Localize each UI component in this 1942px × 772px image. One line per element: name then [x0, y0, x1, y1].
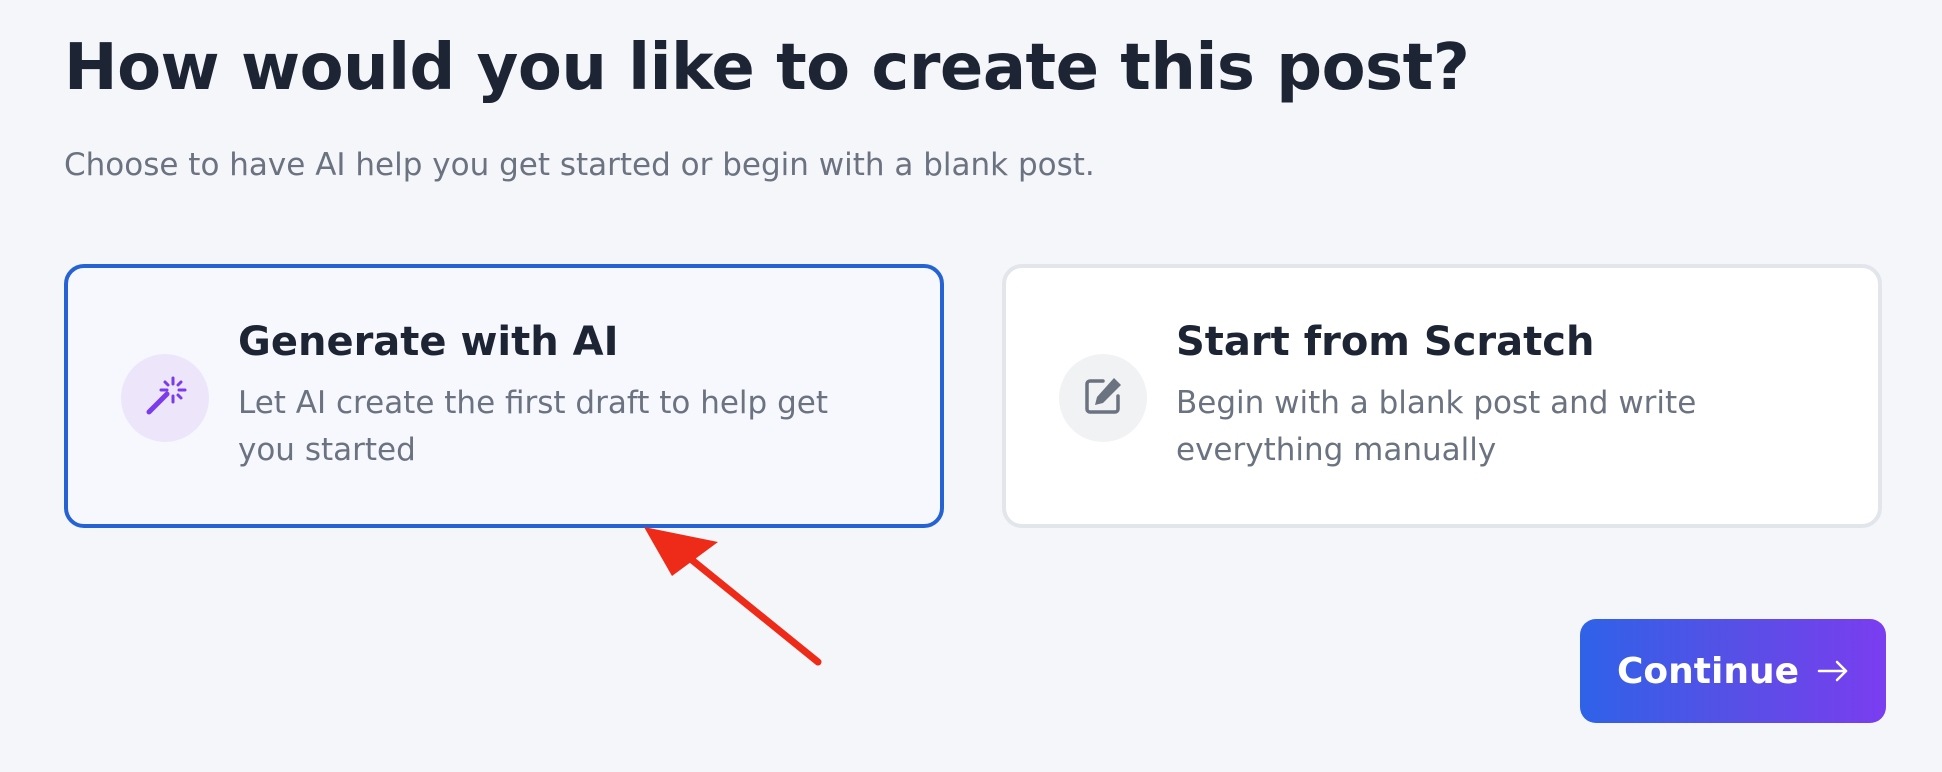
option-icon-circle	[121, 354, 209, 442]
magic-wand-icon	[143, 374, 187, 422]
option-generate-with-ai[interactable]: Generate with AI Let AI create the first…	[64, 264, 944, 528]
arrow-right-icon	[1817, 659, 1849, 683]
continue-button[interactable]: Continue	[1580, 619, 1886, 723]
create-post-dialog: How would you like to create this post? …	[0, 0, 1942, 772]
option-title: Start from Scratch	[1176, 319, 1595, 365]
edit-icon	[1081, 374, 1125, 422]
page-subtitle: Choose to have AI help you get started o…	[64, 147, 1095, 183]
option-start-from-scratch[interactable]: Start from Scratch Begin with a blank po…	[1002, 264, 1882, 528]
option-icon-circle	[1059, 354, 1147, 442]
option-description: Begin with a blank post and write everyt…	[1176, 385, 1697, 468]
page-title: How would you like to create this post?	[64, 31, 1470, 105]
option-description: Let AI create the first draft to help ge…	[238, 385, 828, 468]
option-title: Generate with AI	[238, 319, 619, 365]
continue-label: Continue	[1616, 650, 1799, 692]
